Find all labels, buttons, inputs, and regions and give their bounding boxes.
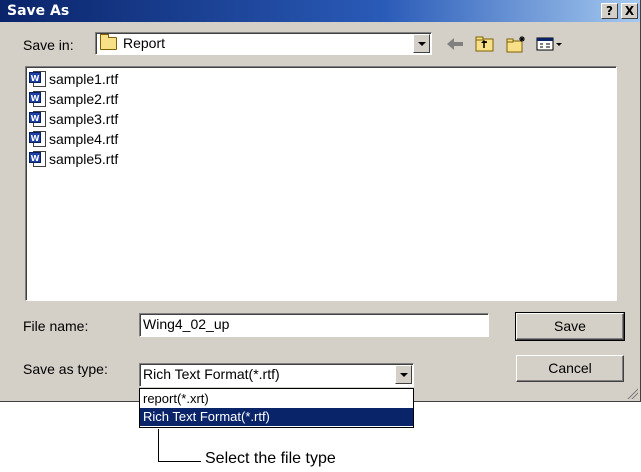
save-in-combo[interactable]: Report bbox=[95, 32, 432, 55]
save-as-dialog: Save As ? X Save in: Report W sample1.rt… bbox=[0, 0, 641, 402]
save-as-type-dropdown-button[interactable] bbox=[395, 365, 412, 384]
save-in-label: Save in: bbox=[23, 37, 74, 53]
file-name-value: Wing4_02_up bbox=[143, 316, 230, 332]
cancel-button[interactable]: Cancel bbox=[516, 355, 624, 382]
save-in-folder: Report bbox=[123, 35, 166, 51]
dropdown-option-report[interactable]: report(*.xrt) bbox=[140, 390, 413, 408]
file-name-text: sample2.rtf bbox=[49, 91, 119, 107]
file-type-dropdown-list[interactable]: report(*.xrt) Rich Text Format(*.rtf) bbox=[139, 388, 414, 428]
title-bar[interactable]: Save As ? X bbox=[0, 0, 640, 22]
word-document-icon: W bbox=[29, 70, 47, 88]
help-button[interactable]: ? bbox=[601, 3, 618, 19]
save-button[interactable]: Save bbox=[515, 312, 625, 341]
callout-line bbox=[158, 429, 201, 462]
list-item[interactable]: W sample2.rtf bbox=[29, 89, 118, 109]
save-as-type-value: Rich Text Format(*.rtf) bbox=[143, 366, 280, 382]
word-document-icon: W bbox=[29, 90, 47, 108]
word-document-icon: W bbox=[29, 110, 47, 128]
dialog-title: Save As bbox=[7, 3, 70, 19]
resize-grip[interactable] bbox=[626, 387, 638, 399]
file-name-text: sample5.rtf bbox=[49, 151, 119, 167]
word-document-icon: W bbox=[29, 130, 47, 148]
word-document-icon: W bbox=[29, 150, 47, 168]
file-name-text: sample1.rtf bbox=[49, 71, 119, 87]
callout-label: Select the file type bbox=[205, 450, 336, 467]
save-as-type-label: Save as type: bbox=[23, 361, 108, 377]
list-item[interactable]: W sample5.rtf bbox=[29, 149, 118, 169]
up-folder-icon[interactable] bbox=[474, 34, 496, 54]
file-name-text: sample4.rtf bbox=[49, 131, 119, 147]
list-item[interactable]: W sample1.rtf bbox=[29, 69, 118, 89]
folder-icon bbox=[100, 34, 117, 50]
file-name-label: File name: bbox=[23, 318, 89, 334]
dropdown-option-rich-text-format[interactable]: Rich Text Format(*.rtf) bbox=[140, 408, 413, 426]
view-menu-icon[interactable] bbox=[535, 34, 565, 54]
save-in-dropdown-button[interactable] bbox=[413, 34, 430, 53]
list-item[interactable]: W sample4.rtf bbox=[29, 129, 118, 149]
save-as-type-combo[interactable]: Rich Text Format(*.rtf) bbox=[139, 363, 414, 387]
close-button[interactable]: X bbox=[621, 3, 638, 19]
file-list[interactable]: W sample1.rtf W sample2.rtf W sample3.rt… bbox=[25, 66, 617, 301]
file-name-field[interactable]: Wing4_02_up bbox=[139, 313, 489, 337]
file-name-text: sample3.rtf bbox=[49, 111, 119, 127]
back-arrow-icon[interactable] bbox=[444, 34, 466, 54]
list-item[interactable]: W sample3.rtf bbox=[29, 109, 118, 129]
new-folder-icon[interactable] bbox=[505, 34, 527, 54]
